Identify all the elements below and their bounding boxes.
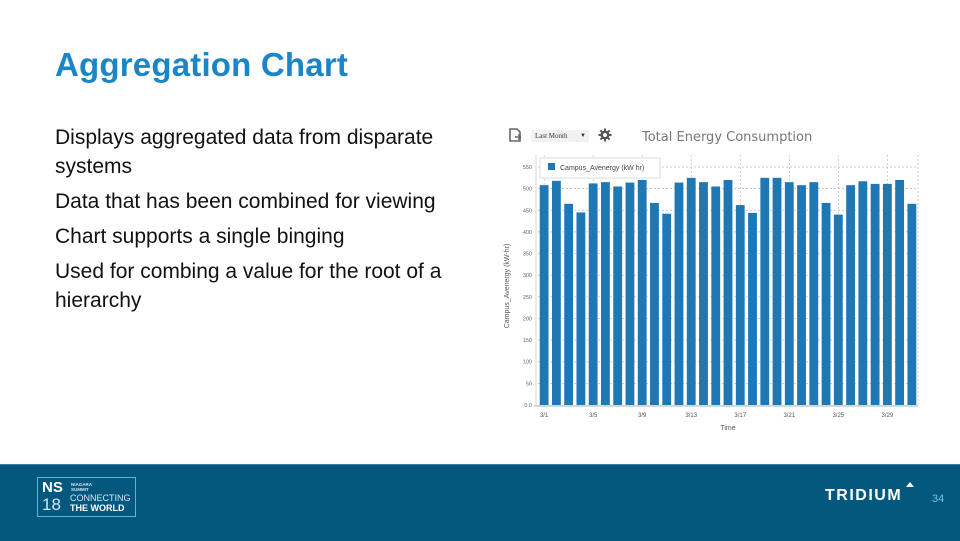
y-tick-label: 550 — [523, 165, 532, 171]
bar[interactable] — [797, 185, 806, 405]
bar[interactable] — [576, 212, 586, 405]
x-tick-label: 3/9 — [638, 413, 647, 419]
x-tick-label: 3/21 — [783, 413, 795, 419]
bar[interactable] — [674, 182, 684, 405]
bar[interactable] — [551, 180, 561, 405]
bar[interactable] — [772, 177, 782, 405]
bar[interactable] — [699, 182, 708, 405]
y-tick-label: 400 — [523, 230, 532, 236]
bar[interactable] — [821, 202, 831, 405]
x-tick-label: 3/13 — [685, 413, 697, 419]
bar[interactable] — [882, 183, 892, 405]
y-tick-label: 250 — [523, 295, 532, 301]
bar[interactable] — [809, 182, 819, 405]
logo-ns: NS — [42, 479, 63, 496]
bar[interactable] — [723, 179, 733, 405]
x-tick-label: 3/29 — [882, 413, 894, 419]
logo-line2: SUMMIT — [71, 487, 89, 492]
x-axis-label: Time — [720, 425, 735, 432]
y-tick-label: 350 — [523, 252, 532, 258]
energy-chart: Last Month ▼ Total Energy Consumption 0.… — [500, 122, 930, 442]
bullet-item: Chart supports a single binging — [55, 225, 345, 248]
bar[interactable] — [833, 214, 843, 405]
bar[interactable] — [748, 212, 757, 405]
logo-niagara-summit: NIAGARA SUMMIT — [71, 482, 92, 492]
logo-tagline1: CONNECTING — [70, 493, 131, 503]
footer-band: NS 18 NIAGARA SUMMIT CONNECTING THE WORL… — [0, 464, 960, 541]
bar[interactable] — [735, 205, 745, 405]
bar[interactable] — [784, 182, 794, 405]
page-number: 34 — [932, 493, 945, 505]
bar[interactable] — [686, 177, 696, 405]
y-tick-label: 100 — [523, 360, 532, 366]
bar[interactable] — [564, 203, 574, 405]
chart-plot: 0.050100150200250300350400450500550 3/1 3… — [504, 155, 919, 432]
y-tick-label: 500 — [523, 187, 532, 193]
y-tick-label: 150 — [523, 338, 532, 344]
bullet-item: Data that has been combined for viewing — [55, 190, 436, 213]
y-axis-label: Campus_Avenergy (kW-hr) — [504, 244, 511, 329]
y-tick-label: 300 — [523, 273, 532, 279]
bar[interactable] — [711, 186, 721, 405]
tridium-caret-icon — [906, 482, 914, 487]
bar[interactable] — [895, 179, 905, 405]
x-tick-label: 3/5 — [589, 413, 598, 419]
bar[interactable] — [625, 182, 635, 405]
logo-year: 18 — [42, 495, 61, 514]
bar[interactable] — [760, 177, 770, 405]
bar[interactable] — [637, 179, 647, 405]
bar[interactable] — [613, 186, 623, 405]
y-tick-label: 450 — [523, 208, 532, 214]
bullet-item: Displays aggregated data from disparate … — [55, 126, 434, 178]
bar[interactable] — [907, 203, 917, 405]
y-tick-label: 50 — [526, 381, 532, 387]
bar[interactable] — [662, 213, 672, 405]
bullet-list: Displays aggregated data from disparate … — [55, 123, 475, 321]
bar[interactable] — [650, 202, 659, 405]
logo-tagline2: THE WORLD — [70, 503, 125, 513]
y-tick-label: 200 — [523, 316, 532, 322]
bar[interactable] — [601, 182, 610, 405]
y-tick-label: 0.0 — [524, 403, 532, 409]
legend-label: Campus_Avenergy (kW hr) — [560, 165, 644, 172]
bar[interactable] — [588, 183, 598, 405]
slide-title: Aggregation Chart — [55, 46, 349, 83]
legend-swatch — [548, 163, 555, 170]
x-tick-label: 3/1 — [540, 413, 549, 419]
x-tick-label: 3/17 — [734, 413, 746, 419]
bar[interactable] — [858, 181, 868, 405]
tridium-logo: TRIDIUM — [825, 487, 903, 504]
x-tick-label: 3/25 — [832, 413, 844, 419]
chart-legend: Campus_Avenergy (kW hr) — [539, 157, 661, 179]
bullet-item: Used for combing a value for the root of… — [55, 260, 442, 312]
bar[interactable] — [870, 183, 880, 405]
bar[interactable] — [539, 185, 549, 405]
bar[interactable] — [846, 185, 855, 405]
niagara-summit-logo: NS 18 NIAGARA SUMMIT CONNECTING THE WORL… — [37, 477, 136, 517]
